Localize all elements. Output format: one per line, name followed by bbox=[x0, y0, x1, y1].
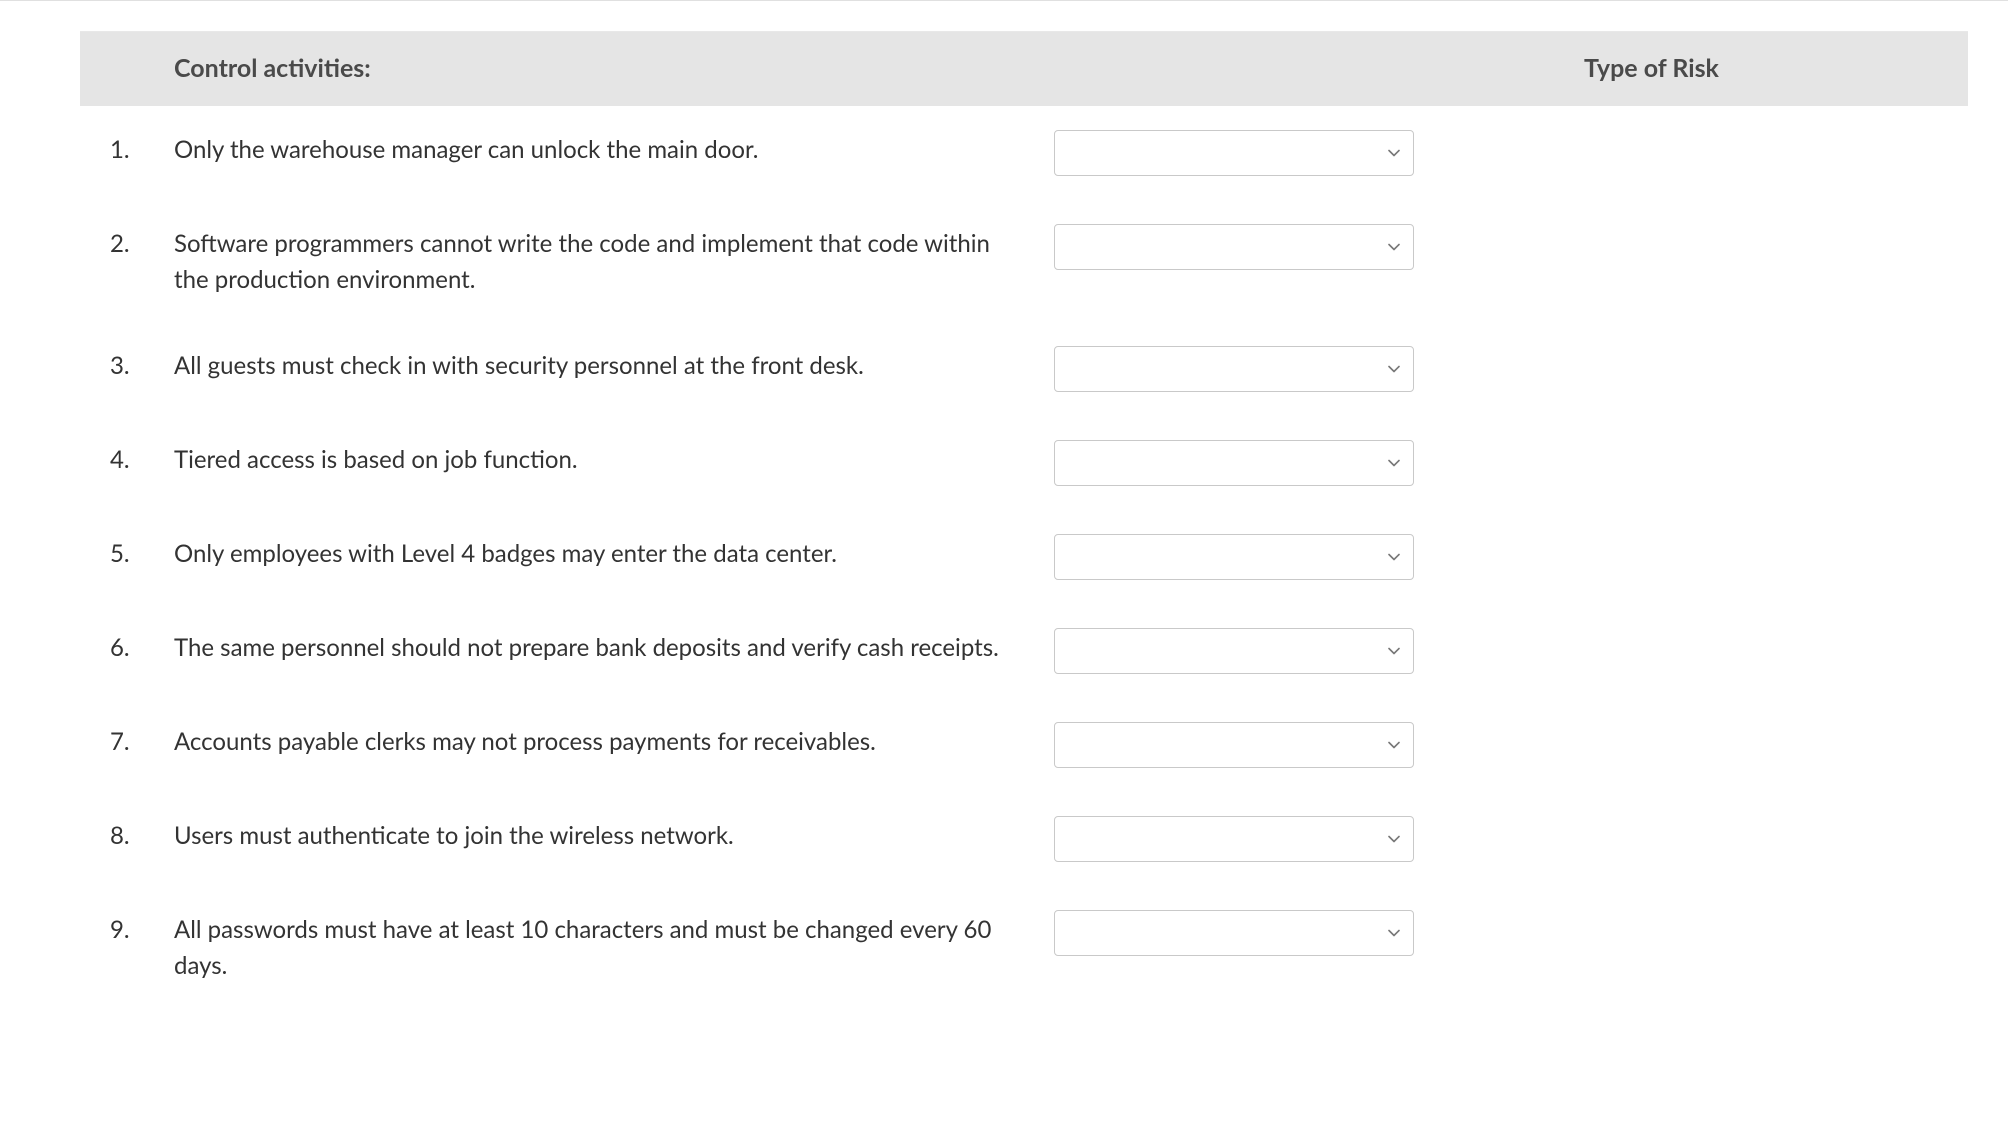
row-number: 1. bbox=[104, 130, 174, 168]
table-header-row: Control activities: Type of Risk bbox=[80, 32, 1968, 106]
risk-select-wrap bbox=[1054, 722, 1414, 768]
row-activity-text: All passwords must have at least 10 char… bbox=[174, 910, 1054, 984]
table-row: 2. Software programmers cannot write the… bbox=[80, 200, 1968, 322]
table-row: 1. Only the warehouse manager can unlock… bbox=[80, 106, 1968, 200]
risk-select[interactable] bbox=[1054, 346, 1414, 392]
row-risk-cell bbox=[1054, 534, 1414, 580]
row-number: 4. bbox=[104, 440, 174, 478]
row-risk-cell bbox=[1054, 224, 1414, 270]
header-col-activity: Control activities: bbox=[174, 50, 1584, 88]
row-number: 9. bbox=[104, 910, 174, 948]
row-activity-text: Only employees with Level 4 badges may e… bbox=[174, 534, 1054, 572]
risk-select-wrap bbox=[1054, 224, 1414, 270]
row-number: 8. bbox=[104, 816, 174, 854]
row-risk-cell bbox=[1054, 816, 1414, 862]
table-row: 7. Accounts payable clerks may not proce… bbox=[80, 698, 1968, 792]
risk-select-wrap bbox=[1054, 910, 1414, 956]
risk-select-wrap bbox=[1054, 130, 1414, 176]
table-row: 3. All guests must check in with securit… bbox=[80, 322, 1968, 416]
row-risk-cell bbox=[1054, 722, 1414, 768]
risk-select[interactable] bbox=[1054, 130, 1414, 176]
row-risk-cell bbox=[1054, 130, 1414, 176]
row-risk-cell bbox=[1054, 346, 1414, 392]
header-col-risk: Type of Risk bbox=[1584, 50, 1944, 88]
row-risk-cell bbox=[1054, 628, 1414, 674]
risk-select-wrap bbox=[1054, 816, 1414, 862]
row-risk-cell bbox=[1054, 440, 1414, 486]
risk-select[interactable] bbox=[1054, 816, 1414, 862]
row-activity-text: All guests must check in with security p… bbox=[174, 346, 1054, 384]
risk-select[interactable] bbox=[1054, 534, 1414, 580]
row-number: 7. bbox=[104, 722, 174, 760]
row-number: 5. bbox=[104, 534, 174, 572]
header-col-number bbox=[104, 50, 174, 88]
row-number: 6. bbox=[104, 628, 174, 666]
risk-select-wrap bbox=[1054, 534, 1414, 580]
risk-select[interactable] bbox=[1054, 628, 1414, 674]
row-risk-cell bbox=[1054, 910, 1414, 956]
row-activity-text: Accounts payable clerks may not process … bbox=[174, 722, 1054, 760]
activities-table: Control activities: Type of Risk 1. Only… bbox=[80, 31, 1968, 1008]
risk-select[interactable] bbox=[1054, 224, 1414, 270]
row-activity-text: Software programmers cannot write the co… bbox=[174, 224, 1054, 298]
risk-select[interactable] bbox=[1054, 910, 1414, 956]
row-activity-text: Tiered access is based on job function. bbox=[174, 440, 1054, 478]
table-row: 5. Only employees with Level 4 badges ma… bbox=[80, 510, 1968, 604]
row-activity-text: The same personnel should not prepare ba… bbox=[174, 628, 1054, 666]
risk-select[interactable] bbox=[1054, 722, 1414, 768]
table-row: 8. Users must authenticate to join the w… bbox=[80, 792, 1968, 886]
risk-select-wrap bbox=[1054, 628, 1414, 674]
risk-select-wrap bbox=[1054, 346, 1414, 392]
row-activity-text: Only the warehouse manager can unlock th… bbox=[174, 130, 1054, 168]
row-activity-text: Users must authenticate to join the wire… bbox=[174, 816, 1054, 854]
table-row: 9. All passwords must have at least 10 c… bbox=[80, 886, 1968, 1008]
table-row: 6. The same personnel should not prepare… bbox=[80, 604, 1968, 698]
row-number: 2. bbox=[104, 224, 174, 262]
risk-select[interactable] bbox=[1054, 440, 1414, 486]
page-container: Control activities: Type of Risk 1. Only… bbox=[0, 0, 2008, 1048]
risk-select-wrap bbox=[1054, 440, 1414, 486]
row-number: 3. bbox=[104, 346, 174, 384]
table-row: 4. Tiered access is based on job functio… bbox=[80, 416, 1968, 510]
